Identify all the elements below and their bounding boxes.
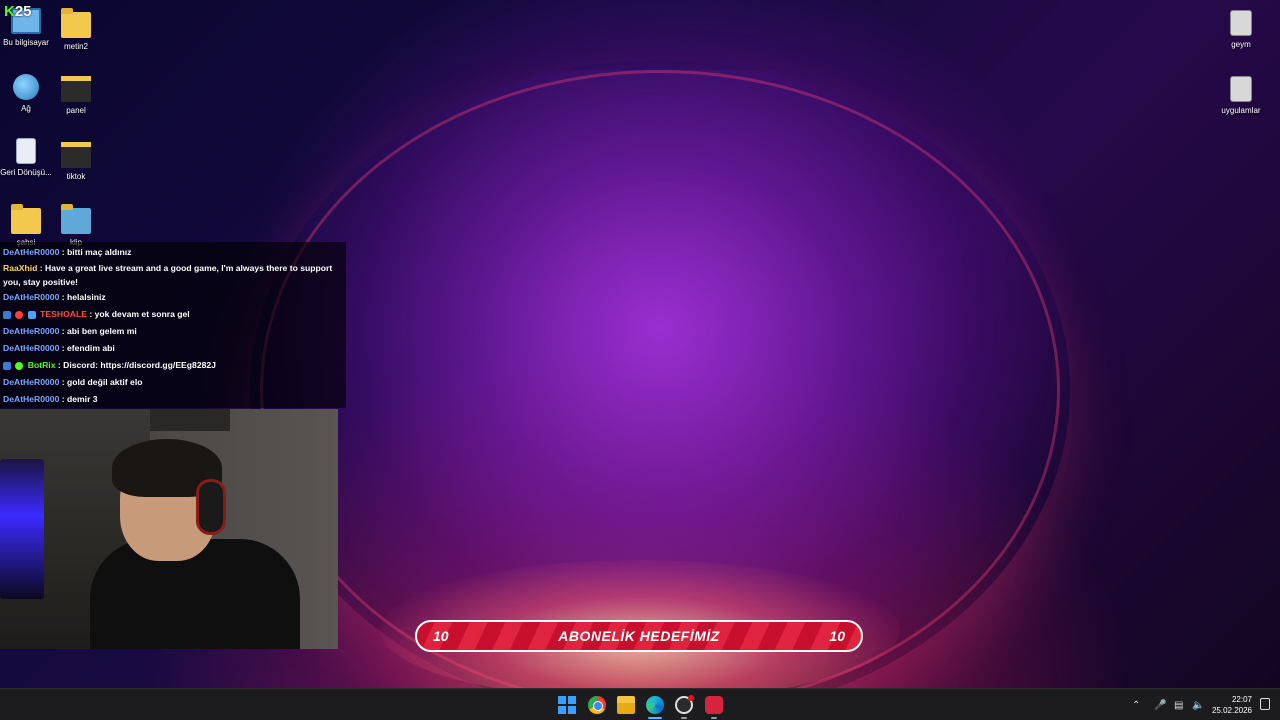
desktop-icon-uygulamlar[interactable]: uygulamlar [1215,76,1267,116]
chat-username: TESHOALE [40,309,87,319]
app-indicator [681,717,687,719]
chip-icon [1230,76,1252,102]
recycle-bin-icon [16,138,36,164]
chat-message: BotRix : Discord: https://discord.gg/EEg… [3,357,343,374]
chat-message: DeAtHeR0000 : efendim abi [3,340,343,357]
chat-text: : Have a great live stream and a good ga… [3,263,333,287]
chat-text: : yok devam et sonra gel [89,309,190,319]
desktop-icon-metin2[interactable]: metin2 [50,8,102,52]
app-indicator [711,717,717,719]
subscriber-goal-bar: 10 ABONELİK HEDEFİMİZ 10 [415,620,863,652]
desktop-icon-label: Ağ [21,104,31,113]
chat-message: RaaXhid : Have a great live stream and a… [3,261,343,289]
chip-icon [1230,10,1252,36]
desktop-icon-recycle-bin[interactable]: Geri Dönüşü... [0,138,52,178]
chat-text: : Discord: https://discord.gg/EEg8282J [57,360,216,370]
folder-icon [61,142,91,168]
folder-icon [61,8,91,38]
folder-icon [61,204,91,234]
chat-text: : demir 3 [61,394,98,404]
desktop-icon-panel[interactable]: panel [50,76,102,116]
desktop-icon-label: geym [1231,40,1251,49]
chat-text: : efendim abi [61,343,115,353]
microphone-icon[interactable]: 🎤 [1154,700,1174,711]
webcam-overlay [0,409,338,649]
chat-username: DeAtHeR0000 [3,343,60,353]
file-explorer-icon[interactable] [617,696,635,714]
chat-text: : bitti maç aldınız [61,247,132,257]
chat-message: DeAtHeR0000 : bitti maç aldınız [3,244,343,261]
chat-username: BotRix [27,360,56,370]
webcam-shelf [150,409,230,431]
windows-start-icon[interactable] [558,696,576,714]
chat-username: DeAtHeR0000 [3,326,60,336]
chat-message: TESHOALE : yok devam et sonra gel [3,306,343,323]
desktop-icon-label: Bu bilgisayar [3,38,49,47]
desktop-icon-label: uygulamlar [1221,106,1261,115]
badge-icon [15,310,24,319]
folder-icon [11,204,41,234]
volume-icon[interactable]: 🔈 [1192,700,1210,711]
chevron-up-icon[interactable]: ⌃ [1132,700,1144,711]
chat-message: DeAtHeR0000 : helalsiniz [3,289,343,306]
goal-current: 10 [433,628,449,644]
desktop-icon-label: metin2 [63,42,88,51]
chat-text: : helalsiniz [61,292,106,302]
clock-time: 22:07 [1231,695,1252,704]
chat-username: DeAtHeR0000 [3,377,60,387]
chat-username: RaaXhid [3,263,38,273]
clock[interactable]: 22:07 25.02.2026 [1212,694,1252,716]
chat-message: DeAtHeR0000 : demir 3 [3,391,343,408]
bot-badge-icon [15,361,24,370]
desktop-icon-ag[interactable]: Ağ [0,74,52,114]
clock-date: 25.02.2026 [1211,706,1252,715]
chat-overlay: DeAtHeR0000 : bitti maç aldınız RaaXhid … [0,242,346,408]
network-icon[interactable]: ▤ [1174,700,1192,711]
chat-message: DeAtHeR0000 : gold değil aktif elo [3,374,343,391]
badge-icon [3,361,11,370]
badge-icon [27,310,36,319]
desktop-icon-geym[interactable]: geym [1215,10,1267,50]
badge-icon [3,310,11,319]
chat-text: : abi ben gelem mi [61,326,137,336]
taskbar: ⌃ 🎤 ▤ 🔈 22:07 25.02.2026 [0,688,1280,720]
webcam-pc-case [0,459,44,599]
kick-badge: K25 [4,3,32,20]
desktop-icon-label: panel [66,106,86,115]
system-tray: ⌃ 🎤 ▤ 🔈 [1132,689,1210,720]
network-icon [13,74,39,100]
edge-icon[interactable] [646,696,664,714]
chrome-icon[interactable] [588,696,606,714]
obs-icon[interactable] [675,695,694,714]
desktop-icon-label: Geri Dönüşü... [0,168,52,177]
notification-icon[interactable] [1260,698,1270,710]
app-icon[interactable] [705,696,723,714]
chat-username: DeAtHeR0000 [3,292,60,302]
active-app-indicator [648,717,662,719]
goal-target: 10 [829,628,845,644]
goal-title: ABONELİK HEDEFİMİZ [558,628,720,644]
desktop-icon-label: tiktok [66,172,86,181]
chat-text: : gold değil aktif elo [61,377,143,387]
chat-username: DeAtHeR0000 [3,247,60,257]
desktop-icon-tiktok[interactable]: tiktok [50,142,102,182]
chat-username: DeAtHeR0000 [3,394,60,404]
headset-icon [196,479,226,535]
folder-icon [61,76,91,102]
chat-message: DeAtHeR0000 : abi ben gelem mi [3,323,343,340]
